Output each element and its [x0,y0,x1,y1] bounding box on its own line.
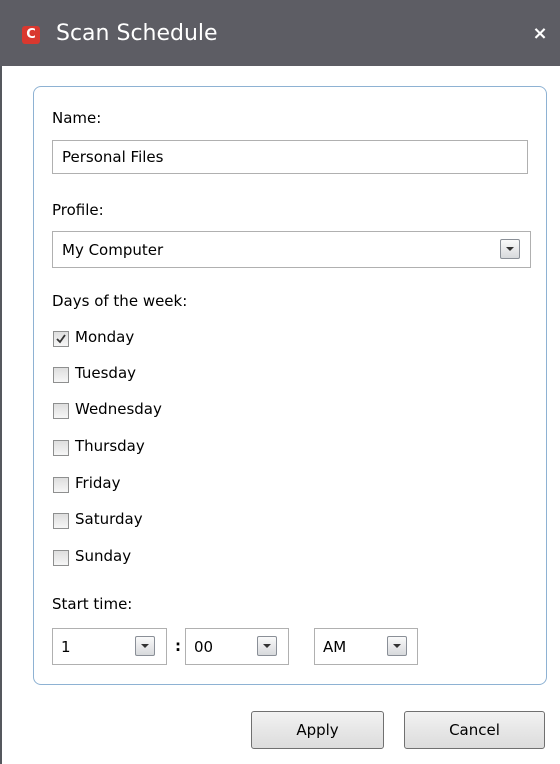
days-label: Days of the week: [52,292,188,310]
day-label-friday: Friday [75,474,121,492]
checkbox-saturday[interactable] [53,513,69,529]
start-time-label: Start time: [52,595,133,613]
profile-select-value: My Computer [62,241,164,259]
checkbox-monday[interactable] [53,331,69,347]
day-label-monday: Monday [75,328,135,346]
chevron-down-icon[interactable] [135,636,155,656]
ampm-select[interactable]: AM [314,628,418,665]
chevron-down-icon[interactable] [387,636,407,656]
day-label-sunday: Sunday [75,547,132,565]
day-label-thursday: Thursday [75,437,145,455]
day-label-tuesday: Tuesday [75,364,137,382]
scan-schedule-dialog: C Scan Schedule × Name: Personal Files P… [0,0,560,764]
checkbox-sunday[interactable] [53,550,69,566]
chevron-down-icon[interactable] [500,239,520,259]
app-logo-icon: C [22,26,40,44]
checkbox-wednesday[interactable] [53,403,69,419]
chevron-down-icon[interactable] [257,636,277,656]
profile-select[interactable]: My Computer [52,231,531,268]
checkbox-friday[interactable] [53,477,69,493]
close-icon[interactable]: × [526,20,554,48]
name-label: Name: [52,109,102,127]
window-left-border [0,66,2,764]
title-bar: C Scan Schedule × [0,0,560,66]
checkbox-thursday[interactable] [53,440,69,456]
minute-select[interactable]: 00 [185,628,289,665]
hour-select[interactable]: 1 [52,628,167,665]
time-separator: : [175,637,181,655]
app-logo-letter: C [26,27,36,42]
checkbox-tuesday[interactable] [53,367,69,383]
minute-value: 00 [194,638,214,656]
name-input-value: Personal Files [62,148,164,166]
name-input[interactable]: Personal Files [52,140,528,174]
day-label-wednesday: Wednesday [75,400,162,418]
dialog-title: Scan Schedule [56,21,218,46]
hour-value: 1 [61,638,71,656]
cancel-button[interactable]: Cancel [404,711,545,749]
ampm-value: AM [323,638,347,656]
day-label-saturday: Saturday [75,510,143,528]
profile-label: Profile: [52,201,104,219]
apply-button[interactable]: Apply [251,711,384,749]
